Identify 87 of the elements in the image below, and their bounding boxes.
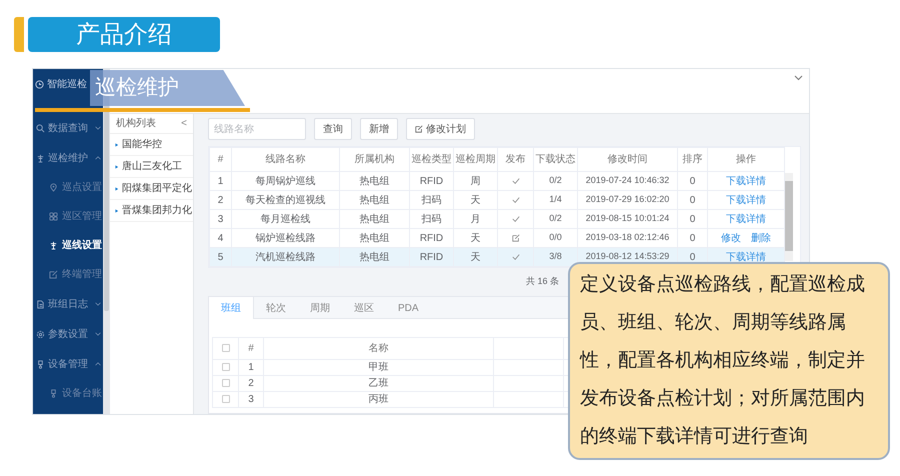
table-cell: 月: [470, 214, 480, 224]
sidebar-group[interactable]: 数据查询: [33, 113, 103, 143]
banner-title: 巡检维护: [95, 75, 179, 102]
table-cell: 4: [218, 232, 224, 244]
table-cell: 热电组: [360, 194, 390, 206]
table-cell: 0: [690, 176, 696, 186]
table-cell: 锅炉巡检线路: [256, 232, 316, 244]
tree-item[interactable]: 晋煤集团邦力化: [110, 200, 193, 222]
panel-title: 机构列表: [116, 116, 156, 131]
tab[interactable]: 班组: [209, 297, 254, 319]
table-cell: 热电组: [360, 252, 390, 262]
total-count: 共 16 条: [526, 275, 560, 288]
table-cell: 5: [218, 252, 224, 262]
table-cell: 热电组: [360, 176, 390, 186]
table-cell: RFID: [420, 252, 444, 262]
tab[interactable]: 周期: [298, 297, 342, 319]
callout-text: 定义设备点巡检路线，配置巡检成员、班组、轮次、周期等线路属性，配置各机构相应终端，制定并发布设备点检计划；对所属范围内的终端下载详情可进行查询: [580, 273, 866, 449]
table-cell: 热电组: [360, 232, 390, 244]
table-cell: 0/0: [549, 232, 562, 242]
table-cell: 0/2: [549, 213, 562, 224]
column-header: #: [210, 148, 232, 172]
sidebar-item[interactable]: 巡线设置: [33, 231, 103, 260]
sidebar-item[interactable]: 终端管理: [33, 260, 103, 289]
table-cell: 天: [470, 232, 480, 244]
column-header: #: [238, 338, 264, 360]
sidebar-item[interactable]: 巡点设置: [33, 173, 103, 202]
edit-plan-button[interactable]: 修改计划: [406, 118, 475, 140]
table-cell: 天: [470, 252, 480, 262]
table-cell: 周: [470, 176, 480, 186]
table-cell: 0: [690, 214, 696, 224]
sidebar-item[interactable]: 巡区管理: [33, 202, 103, 231]
app-title: 智能巡检: [47, 78, 87, 92]
tab[interactable]: PDA: [386, 297, 431, 319]
table-cell: 扫码: [422, 214, 442, 224]
table-cell: 丙班: [368, 394, 388, 405]
column-header: 线路名称: [232, 148, 340, 172]
toolbar-button[interactable]: 查询: [314, 118, 352, 140]
table-cell: 2: [218, 194, 224, 206]
table-cell: 2019-07-24 10:46:32: [586, 175, 670, 186]
table-cell: 每周锅炉巡线: [256, 176, 316, 186]
action-link[interactable]: 删除: [751, 232, 771, 244]
sidebar-group[interactable]: 设备管理: [33, 349, 103, 379]
table-cell: 扫码: [422, 194, 442, 206]
table-cell: 甲班: [368, 362, 388, 373]
table-cell: 乙班: [368, 378, 388, 389]
table-cell: RFID: [420, 176, 444, 186]
action-link[interactable]: 修改: [721, 232, 741, 244]
sidebar-item[interactable]: 设备台账: [33, 379, 103, 408]
tree-item[interactable]: 阳煤集团平定化: [110, 178, 193, 200]
table-cell: 0: [690, 252, 696, 262]
table-cell: 每月巡检线: [260, 214, 310, 224]
table-cell: RFID: [420, 232, 444, 244]
sidebar-group[interactable]: 巡检维护: [33, 143, 103, 173]
table-cell: 1: [248, 362, 254, 373]
table-row[interactable]: 3 每月巡检线 热电组 扫码 月 0/2 2019-08-15 10:01:24 0 下载详情: [210, 210, 784, 228]
table-row[interactable]: 4 锅炉巡检线路 热电组 RFID 天 0/0 2019-03-18 02:12:46 0 修改 删除: [210, 228, 784, 248]
table-cell: 2019-07-29 16:02:20: [586, 194, 670, 204]
table-cell: 天: [470, 194, 480, 206]
table-row[interactable]: 2 每天检查的巡视线 热电组 扫码 天 1/4 2019-07-29 16:02:20 0 下载详情: [210, 190, 784, 210]
table-cell: 2019-08-15 10:01:24: [586, 213, 670, 224]
column-header: 名称: [264, 338, 494, 360]
tree-item[interactable]: 国能华控: [110, 134, 193, 156]
collapse-button[interactable]: <: [181, 116, 187, 131]
toolbar-button[interactable]: 新增: [360, 118, 398, 140]
table-cell: 0: [690, 194, 696, 206]
table-cell: 3: [218, 214, 224, 224]
sidebar-group[interactable]: 班组日志: [33, 289, 103, 319]
table-cell: 每天检查的巡视线: [246, 194, 326, 206]
tree-item[interactable]: 唐山三友化工: [110, 156, 193, 178]
table-cell: 0: [690, 232, 696, 244]
search-field[interactable]: 线路名称: [208, 118, 306, 140]
table-row[interactable]: 1 每周锅炉巡线 热电组 RFID 周 0/2 2019-07-24 10:46:32 0 下载详情: [210, 172, 784, 190]
sidebar-group[interactable]: 参数设置: [33, 319, 103, 349]
table-cell: 3: [248, 394, 254, 405]
column-header: 修改时间: [578, 148, 678, 172]
table-cell: 2019-08-12 14:53:29: [586, 251, 670, 262]
table-cell: 0/2: [549, 175, 562, 186]
tab[interactable]: 轮次: [254, 297, 298, 319]
table-cell: 热电组: [360, 214, 390, 224]
table-cell: 1: [218, 176, 224, 186]
table-cell: 2: [248, 378, 254, 389]
tab[interactable]: 巡区: [342, 297, 386, 319]
table-cell: 2019-03-18 02:12:46: [586, 232, 670, 242]
table-cell: 1/4: [549, 194, 562, 204]
table-cell: 3/8: [549, 251, 562, 262]
table-cell: 汽机巡检线路: [256, 252, 316, 262]
section-title: 产品介绍: [76, 20, 172, 50]
